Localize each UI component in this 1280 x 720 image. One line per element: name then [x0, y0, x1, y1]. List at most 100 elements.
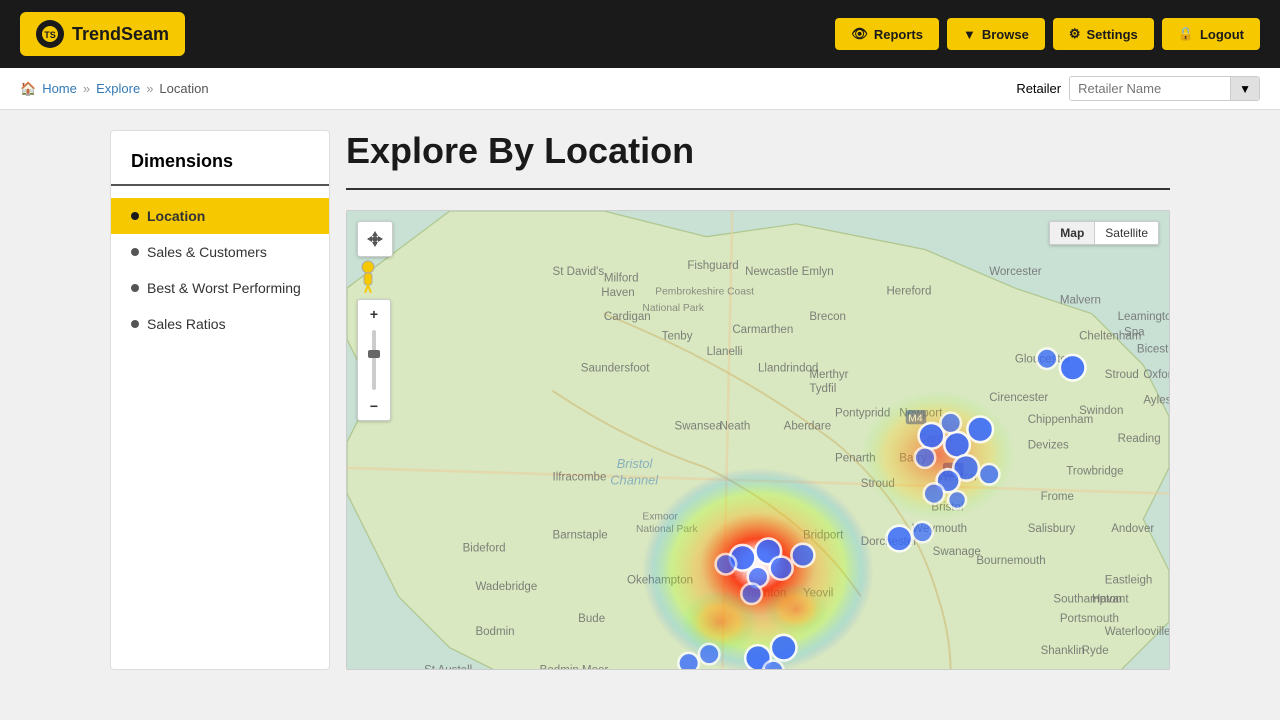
logo-icon: TS [36, 20, 64, 48]
svg-text:Llandrindod: Llandrindod [758, 363, 818, 375]
svg-text:Wadebridge: Wadebridge [475, 581, 537, 593]
svg-text:Milford: Milford [604, 273, 639, 285]
logo[interactable]: TS TrendSeam [20, 12, 185, 56]
svg-text:Neath: Neath [719, 420, 750, 432]
svg-text:Salisbury: Salisbury [1028, 523, 1076, 535]
svg-text:Stroud: Stroud [1105, 369, 1139, 381]
svg-text:TS: TS [44, 30, 56, 40]
svg-text:Cirencester: Cirencester [989, 392, 1048, 404]
zoom-out-button[interactable]: − [362, 396, 386, 416]
sidebar-bullet-location [131, 212, 139, 220]
svg-text:Andover: Andover [1111, 523, 1154, 535]
svg-text:Shanklin: Shanklin [1041, 645, 1085, 657]
breadcrumb-bar: 🏠 Home » Explore » Location Retailer ▼ [0, 68, 1280, 110]
map-type-buttons: Map Satellite [1049, 221, 1159, 245]
svg-text:Tenby: Tenby [662, 330, 693, 342]
map-type-satellite-button[interactable]: Satellite [1095, 222, 1158, 244]
breadcrumb-explore[interactable]: Explore [96, 81, 140, 96]
svg-text:Bicester: Bicester [1137, 343, 1169, 355]
retailer-label: Retailer [1016, 81, 1061, 96]
svg-text:Tydfil: Tydfil [809, 383, 836, 395]
svg-text:Bideford: Bideford [463, 542, 506, 554]
main-container: Dimensions Location Sales & Customers Be… [90, 110, 1190, 690]
pan-control[interactable] [357, 221, 393, 257]
svg-text:Swansea: Swansea [675, 420, 723, 432]
svg-text:Frome: Frome [1041, 491, 1074, 503]
sidebar: Dimensions Location Sales & Customers Be… [110, 130, 330, 670]
svg-text:National Park: National Park [642, 303, 704, 314]
svg-text:Chippenham: Chippenham [1028, 414, 1093, 426]
svg-text:Fishguard: Fishguard [687, 260, 738, 272]
settings-button[interactable]: ⚙ Settings [1053, 18, 1154, 50]
title-divider [346, 188, 1170, 190]
street-view-icon[interactable] [357, 259, 379, 296]
svg-text:Haven: Haven [601, 287, 634, 299]
svg-text:Swanage: Swanage [933, 546, 981, 558]
retailer-filter: Retailer ▼ [1016, 76, 1260, 101]
svg-text:St David's: St David's [553, 266, 605, 278]
svg-text:Bodmin Moor: Bodmin Moor [540, 664, 609, 670]
svg-text:Oxford: Oxford [1143, 369, 1169, 381]
svg-text:Leamington: Leamington [1118, 311, 1169, 323]
map-type-map-button[interactable]: Map [1050, 222, 1095, 244]
chevron-down-icon: ▼ [963, 27, 976, 42]
logo-text: TrendSeam [72, 24, 169, 45]
pan-icon[interactable] [357, 221, 393, 257]
svg-text:Waterlooville: Waterlooville [1105, 626, 1169, 638]
browse-button[interactable]: ▼ Browse [947, 18, 1045, 50]
svg-text:Brecon: Brecon [809, 311, 846, 323]
breadcrumb-current: Location [159, 81, 208, 96]
sidebar-item-label-best: Best & Worst Performing [147, 280, 301, 296]
zoom-track [372, 330, 376, 390]
lock-icon: 🔒 [1178, 26, 1194, 42]
svg-text:Hereford: Hereford [886, 285, 931, 297]
svg-text:Saundersfoot: Saundersfoot [581, 363, 650, 375]
svg-text:St Austell: St Austell [424, 664, 472, 670]
svg-text:Ryde: Ryde [1082, 645, 1109, 657]
svg-text:Bodmin: Bodmin [475, 626, 514, 638]
sidebar-bullet-ratios [131, 320, 139, 328]
sidebar-title: Dimensions [111, 151, 329, 186]
sidebar-item-label-sales: Sales & Customers [147, 244, 267, 260]
svg-text:Bournemouth: Bournemouth [976, 555, 1045, 567]
map-svg: Cardigan St David's Pembrokeshire Coast … [347, 211, 1169, 670]
content: Explore By Location Map Satellite + [346, 130, 1170, 670]
svg-text:Newcastle Emlyn: Newcastle Emlyn [745, 266, 834, 278]
svg-text:Channel: Channel [610, 473, 659, 488]
home-icon: 🏠 [20, 81, 36, 97]
sidebar-bullet-best [131, 284, 139, 292]
svg-text:Carmarthen: Carmarthen [732, 324, 793, 336]
svg-text:Trowbridge: Trowbridge [1066, 465, 1123, 477]
reports-button[interactable]: 👁 Reports [835, 18, 939, 50]
sidebar-item-best-worst[interactable]: Best & Worst Performing [111, 270, 329, 306]
svg-text:Havant: Havant [1092, 594, 1129, 606]
svg-text:Pembrokeshire Coast: Pembrokeshire Coast [655, 286, 754, 297]
svg-text:Ilfracombe: Ilfracombe [553, 472, 607, 484]
breadcrumb-home[interactable]: Home [42, 81, 77, 96]
sidebar-item-sales-ratios[interactable]: Sales Ratios [111, 306, 329, 342]
breadcrumb-sep-2: » [146, 81, 153, 96]
zoom-controls: + − [357, 299, 391, 421]
svg-text:Devizes: Devizes [1028, 440, 1069, 452]
svg-text:Aylesbury: Aylesbury [1143, 395, 1169, 407]
sidebar-item-location[interactable]: Location [111, 198, 329, 234]
breadcrumb-sep-1: » [83, 81, 90, 96]
sidebar-item-label-ratios: Sales Ratios [147, 316, 226, 332]
svg-text:Spa: Spa [1124, 327, 1145, 339]
retailer-dropdown-button[interactable]: ▼ [1230, 77, 1259, 100]
sidebar-bullet-sales [131, 248, 139, 256]
retailer-name-input[interactable] [1070, 77, 1230, 100]
svg-text:Bristol: Bristol [617, 456, 654, 471]
svg-text:Portsmouth: Portsmouth [1060, 613, 1119, 625]
svg-text:Reading: Reading [1118, 433, 1161, 445]
zoom-thumb [368, 350, 380, 358]
header: TS TrendSeam 👁 Reports ▼ Browse ⚙ Settin… [0, 0, 1280, 68]
nav-buttons: 👁 Reports ▼ Browse ⚙ Settings 🔒 Logout [835, 18, 1260, 50]
map-container: Map Satellite + − [346, 210, 1170, 670]
svg-text:Aberdare: Aberdare [784, 420, 832, 432]
zoom-in-button[interactable]: + [362, 304, 386, 324]
svg-text:Bude: Bude [578, 613, 605, 625]
logout-button[interactable]: 🔒 Logout [1162, 18, 1260, 50]
eye-icon: 👁 [851, 26, 868, 42]
sidebar-item-sales-customers[interactable]: Sales & Customers [111, 234, 329, 270]
